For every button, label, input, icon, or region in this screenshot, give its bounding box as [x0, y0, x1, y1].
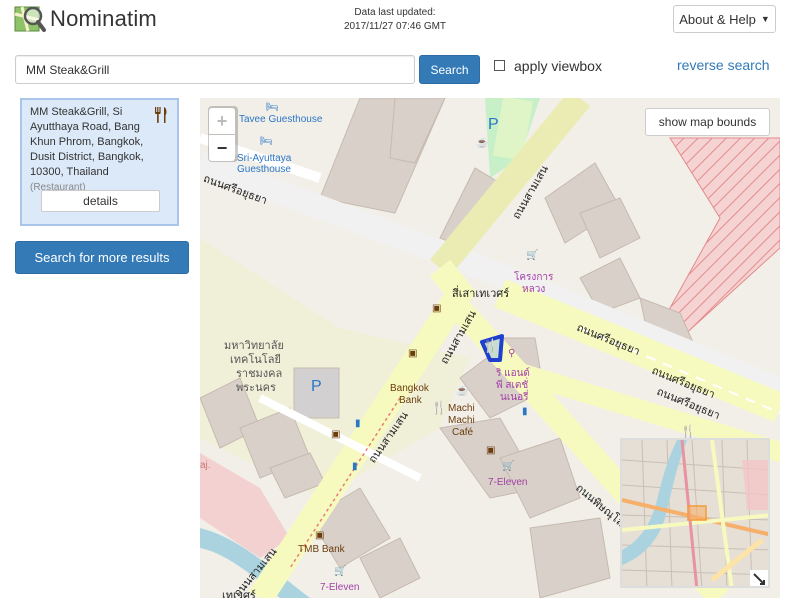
bus-stop-icon: ▮	[355, 418, 361, 429]
map-label-sri2: Guesthouse	[237, 164, 291, 175]
map-label-shop: 7-Eleven	[488, 477, 528, 488]
parking-icon: P	[488, 116, 499, 133]
map-label-shop: 7-Eleven	[320, 582, 360, 593]
bank-icon: ▣	[315, 530, 325, 541]
map-view[interactable]: + − show map bounds 🛏 Tavee Guesthouse 🛏…	[200, 98, 780, 598]
search-result-item[interactable]: MM Steak&Grill, Si Ayutthaya Road, Bang …	[20, 98, 179, 226]
restaurant-icon: 🍴	[431, 400, 448, 415]
more-results-button[interactable]: Search for more results	[15, 241, 189, 274]
hotel-icon: 🛏	[260, 136, 273, 147]
parking-icon: P	[311, 378, 322, 395]
minimap-tiles	[622, 440, 768, 586]
apply-viewbox-checkbox[interactable]	[494, 60, 505, 71]
cafe-icon: ☕	[456, 386, 469, 397]
bus-stop-icon: ▮	[352, 461, 358, 472]
nominatim-logo[interactable]: Nominatim	[14, 4, 157, 34]
reverse-search-link[interactable]: reverse search	[677, 57, 770, 73]
bank-icon: ▣	[432, 303, 442, 314]
map-label-bank: Bangkok	[390, 383, 429, 394]
shop-icon: 🛒	[334, 566, 347, 577]
map-label-cafe: Machi	[448, 415, 475, 426]
hotel-icon: 🛏	[266, 102, 279, 113]
show-map-bounds-button[interactable]: show map bounds	[645, 108, 770, 136]
zoom-in-button[interactable]: +	[209, 108, 235, 134]
map-label-cafe: Machi	[448, 403, 475, 414]
shop-icon: 🛒	[502, 461, 515, 472]
search-input[interactable]	[15, 55, 415, 84]
result-address-text: MM Steak&Grill, Si Ayutthaya Road, Bang …	[30, 106, 144, 178]
bank-icon: ▣	[486, 445, 496, 456]
map-label-tavee: Tavee Guesthouse	[239, 114, 323, 125]
restaurant-icon	[155, 107, 167, 123]
map-label-raj: aj.	[200, 460, 211, 471]
map-label-shop: นเนอรี่	[500, 392, 529, 403]
map-label-junction: สี่เสาเทเวศร์	[452, 288, 510, 300]
map-label-bank: TMB Bank	[298, 544, 345, 555]
data-updated-label: Data last updated:	[354, 7, 436, 18]
data-updated-info: Data last updated: 2017/11/27 07:46 GMT	[320, 6, 470, 34]
caret-down-icon: ▼	[760, 14, 770, 24]
map-label-bank: Bank	[399, 395, 422, 406]
zoom-out-button[interactable]: −	[209, 135, 235, 161]
shop-icon: 🛒	[526, 250, 539, 261]
about-help-button[interactable]: About & Help ▼	[673, 5, 776, 33]
paperclip-icon: ⚲	[508, 348, 516, 359]
cafe-icon: ☕	[476, 138, 489, 149]
about-help-label: About & Help	[679, 11, 756, 27]
search-button[interactable]: Search	[419, 55, 480, 84]
map-label-univ: พระนคร	[236, 382, 276, 394]
bus-stop-icon: ▮	[522, 406, 528, 417]
apply-viewbox-label[interactable]: apply viewbox	[514, 58, 602, 74]
result-address: MM Steak&Grill, Si Ayutthaya Road, Bang …	[30, 105, 154, 195]
restaurant-icon: 🍴	[482, 338, 499, 353]
map-label-shop: หลวง	[522, 284, 546, 295]
minimap[interactable]	[620, 438, 770, 588]
bank-icon: ▣	[408, 348, 418, 359]
map-label-sri1: Sri-Ayuttaya	[237, 153, 292, 164]
logo-icon	[14, 6, 46, 32]
brand-title: Nominatim	[50, 6, 157, 31]
map-label-tewes: เทเวศร์	[222, 590, 256, 598]
map-label-cafe: Café	[452, 427, 474, 438]
data-updated-value: 2017/11/27 07:46 GMT	[343, 21, 447, 32]
bank-icon: ▣	[331, 429, 341, 440]
details-button[interactable]: details	[41, 190, 160, 212]
